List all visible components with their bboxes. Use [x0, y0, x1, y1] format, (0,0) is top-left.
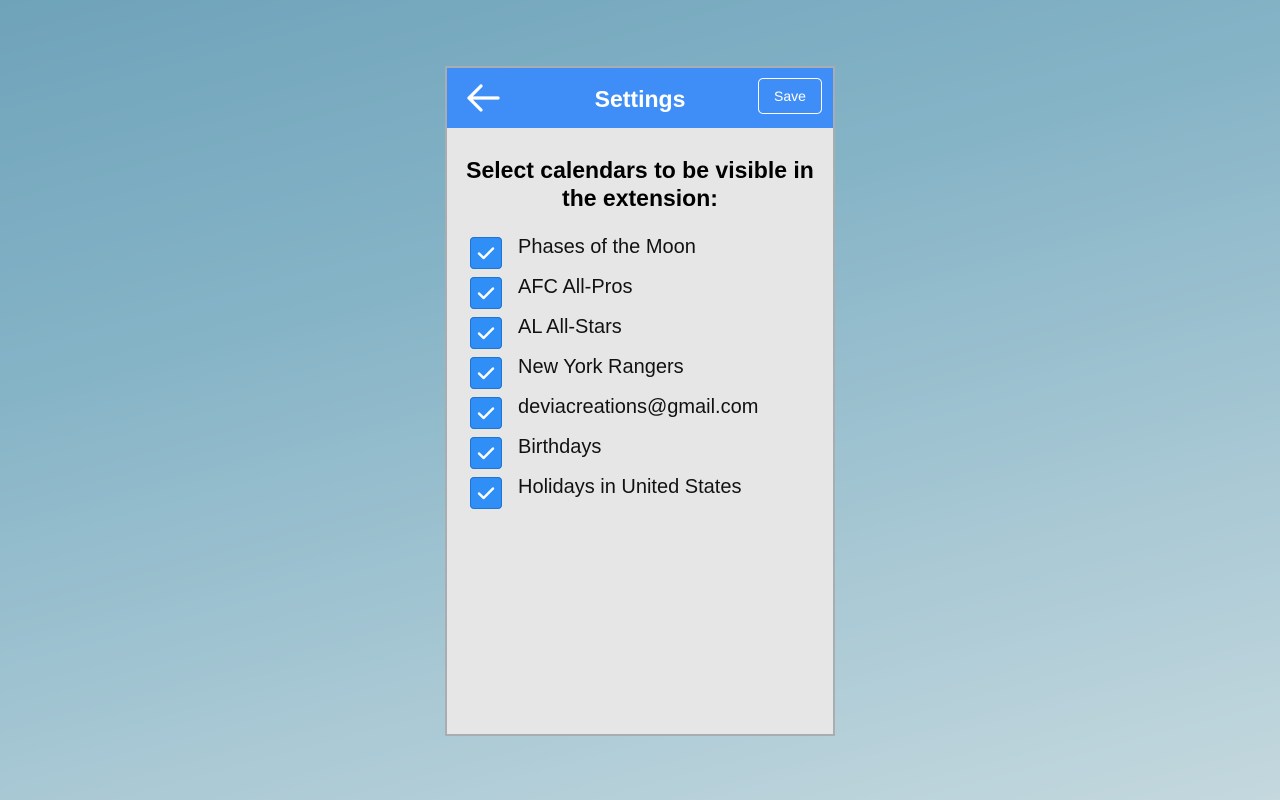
calendar-checkbox[interactable]: [470, 437, 502, 469]
calendar-item-new-york-rangers[interactable]: New York Rangers: [470, 354, 833, 394]
calendar-list: Phases of the Moon AFC All-Pros AL All-S…: [447, 234, 833, 514]
calendar-item-birthdays[interactable]: Birthdays: [470, 434, 833, 474]
calendar-item-deviacreations[interactable]: deviacreations@gmail.com: [470, 394, 833, 434]
calendar-checkbox[interactable]: [470, 357, 502, 389]
calendar-checkbox[interactable]: [470, 397, 502, 429]
calendar-item-al-all-stars[interactable]: AL All-Stars: [470, 314, 833, 354]
checkmark-icon: [477, 327, 495, 340]
calendar-label: New York Rangers: [518, 356, 684, 378]
calendar-item-holidays-us[interactable]: Holidays in United States: [470, 474, 833, 514]
calendar-checkbox[interactable]: [470, 317, 502, 349]
calendar-checkbox[interactable]: [470, 277, 502, 309]
back-button[interactable]: [463, 80, 503, 116]
settings-popup: Settings Save Select calendars to be vis…: [445, 66, 835, 736]
calendar-checkbox[interactable]: [470, 237, 502, 269]
calendar-label: Holidays in United States: [518, 476, 742, 498]
checkmark-icon: [477, 287, 495, 300]
checkmark-icon: [477, 447, 495, 460]
checkmark-icon: [477, 247, 495, 260]
calendar-label: Birthdays: [518, 436, 602, 458]
calendar-label: AL All-Stars: [518, 316, 622, 338]
checkmark-icon: [477, 407, 495, 420]
calendar-label: deviacreations@gmail.com: [518, 396, 759, 418]
arrow-left-icon: [467, 84, 500, 112]
save-button[interactable]: Save: [758, 78, 822, 114]
calendar-selection-prompt: Select calendars to be visible in the ex…: [466, 157, 814, 211]
checkmark-icon: [477, 367, 495, 380]
header-bar: Settings Save: [447, 68, 833, 128]
calendar-label: AFC All-Pros: [518, 276, 633, 298]
calendar-label: Phases of the Moon: [518, 236, 696, 258]
calendar-checkbox[interactable]: [470, 477, 502, 509]
calendar-item-phases-of-the-moon[interactable]: Phases of the Moon: [470, 234, 833, 274]
checkmark-icon: [477, 487, 495, 500]
calendar-item-afc-all-pros[interactable]: AFC All-Pros: [470, 274, 833, 314]
